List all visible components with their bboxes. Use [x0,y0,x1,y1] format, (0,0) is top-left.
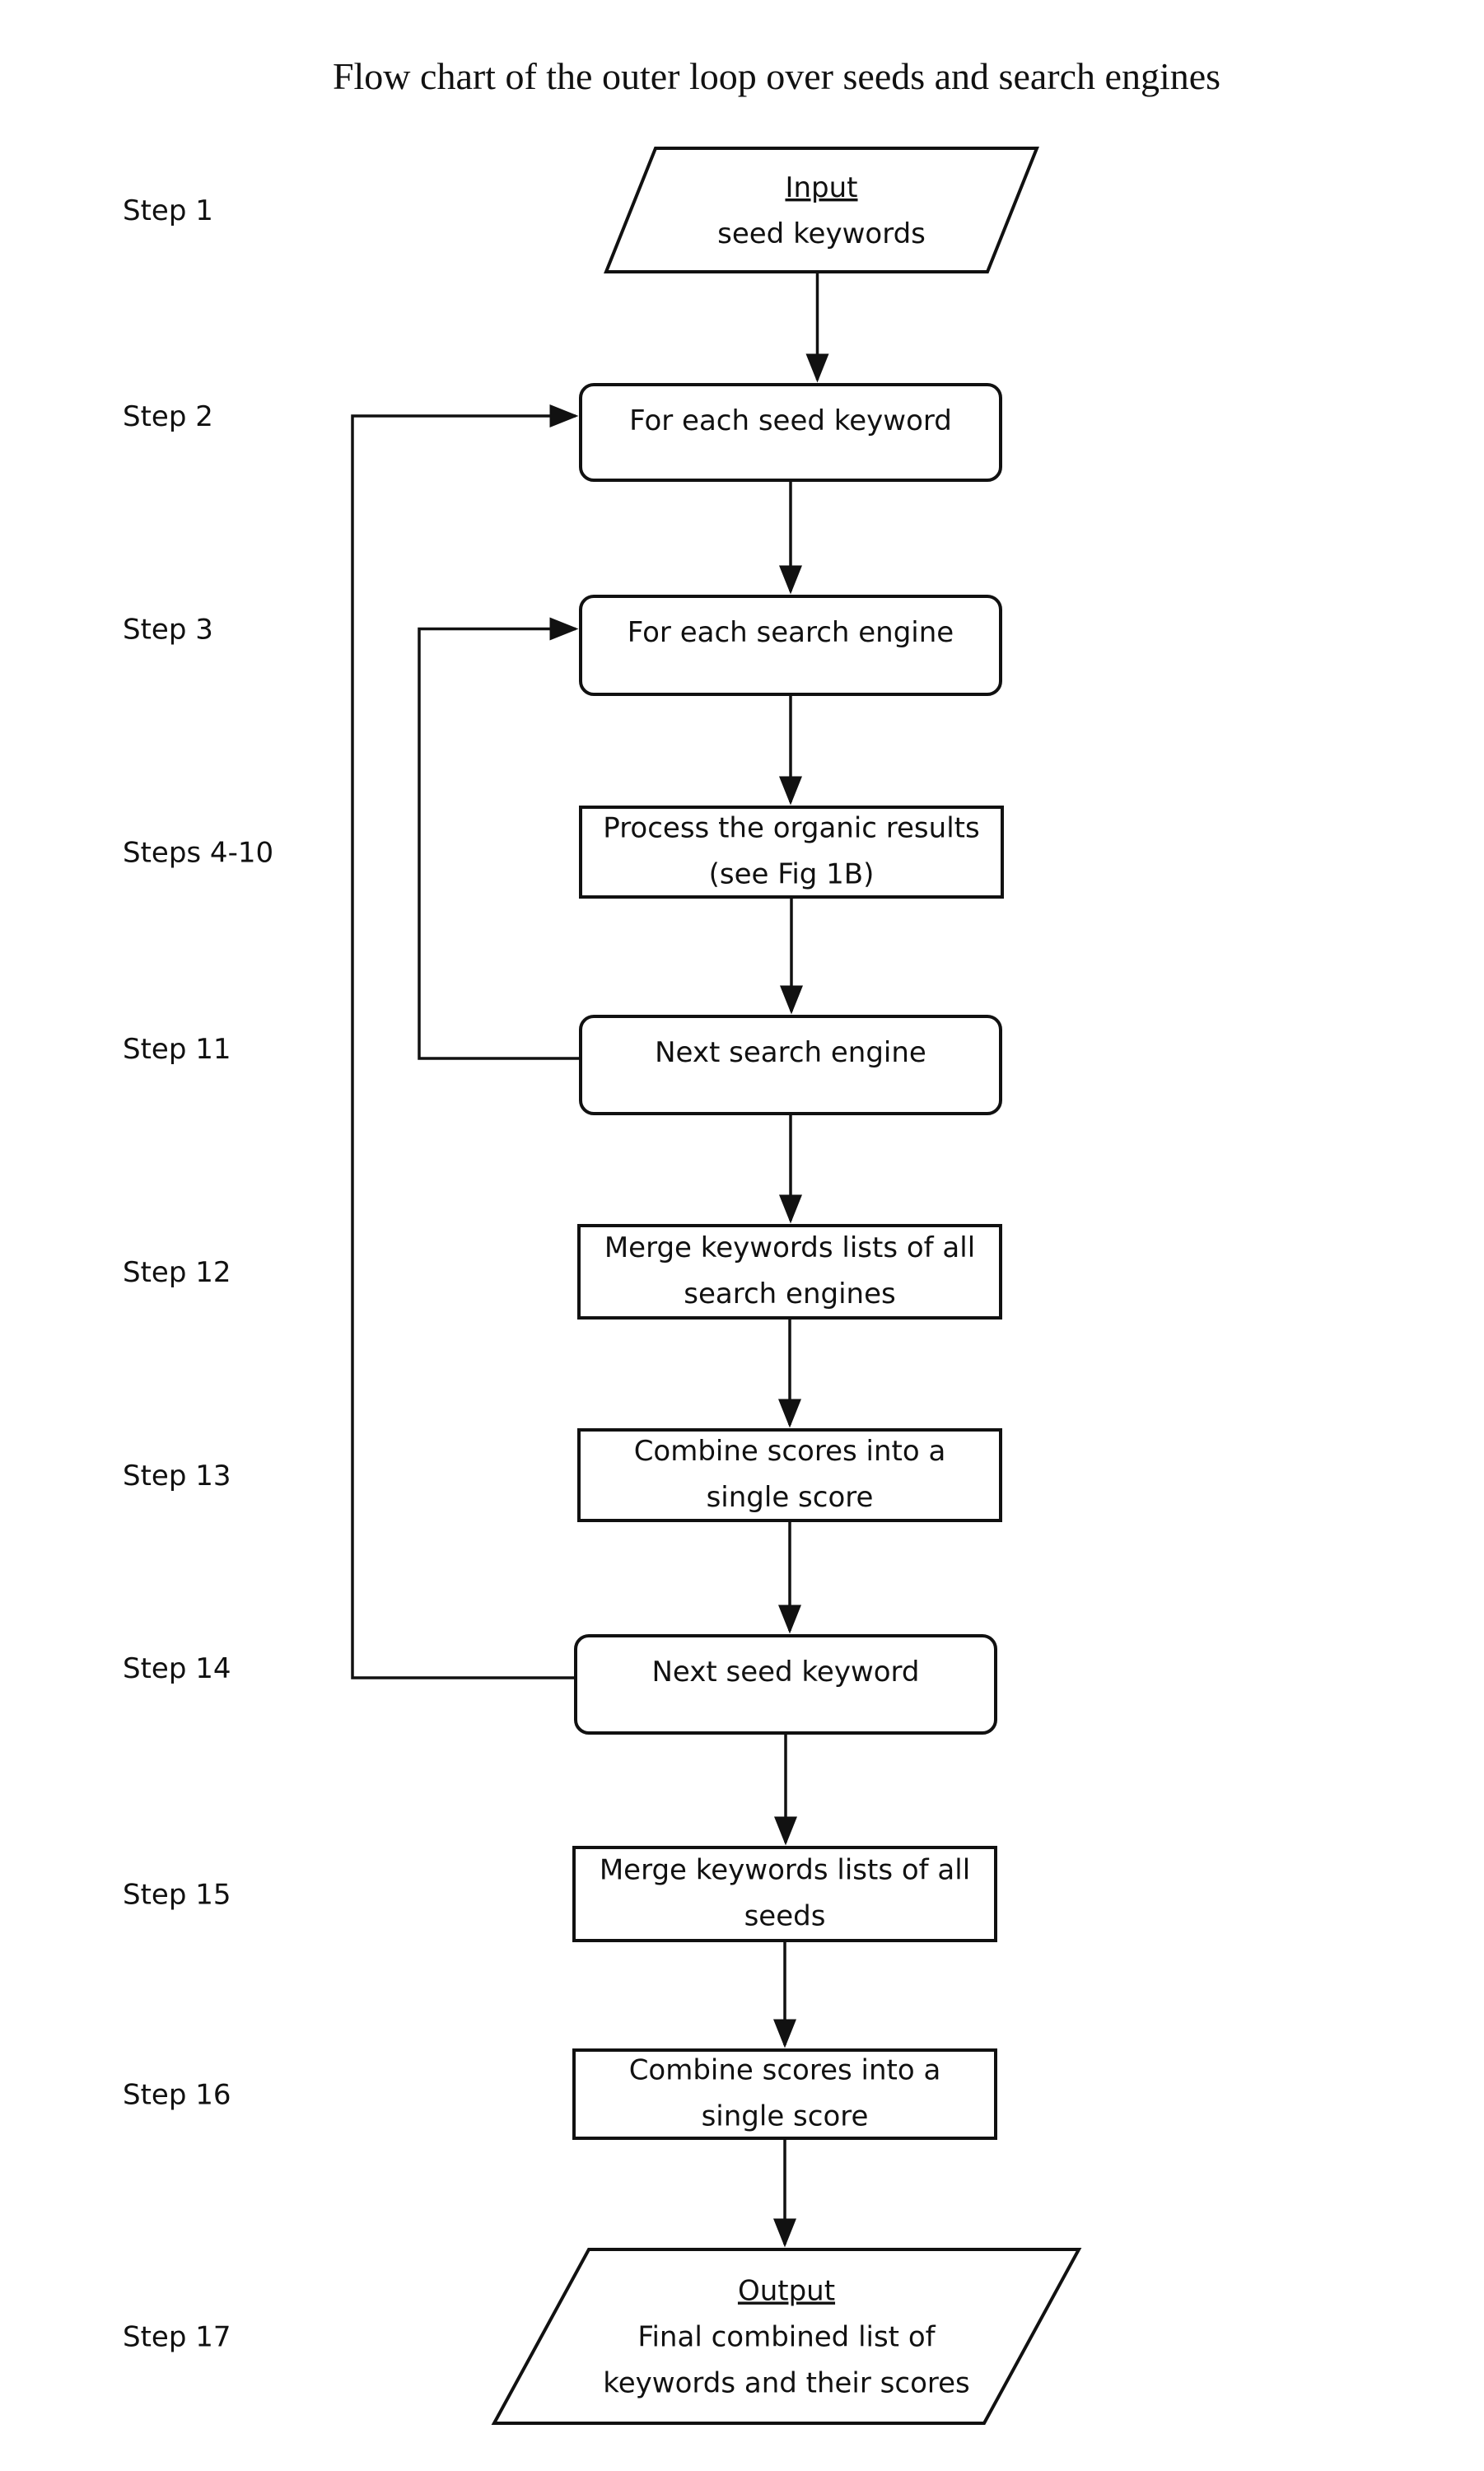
flow-node-s14: Next seed keyword [574,1634,997,1735]
flow-node-s4: Process the organic results (see Fig 1B) [579,806,1004,899]
step-label: Step 3 [123,614,213,647]
node-text: single score [702,2100,869,2133]
flow-node-s16: Combine scores into a single score [572,2048,997,2140]
node-text: keywords and their scores [603,2367,970,2400]
flow-node-s11: Next search engine [579,1015,1002,1115]
inner-loop-arrow [418,617,581,1060]
step-label: Step 2 [123,400,213,433]
node-text: Merge keywords lists of all [600,1854,970,1887]
flow-node-s12: Merge keywords lists of all search engine… [577,1224,1002,1320]
node-text: Combine scores into a [629,2054,941,2087]
outer-loop-arrow [351,404,579,1679]
step-label: Step 14 [123,1652,231,1685]
nodes-layer: Input seed keywords For each seed keyword F… [491,147,1082,2425]
step-label: Step 11 [123,1033,231,1066]
node-text: (see Fig 1B) [709,858,875,891]
parallelogram-shape [604,147,1039,273]
step-label: Step 16 [123,2079,231,2112]
node-text: Next search engine [655,1036,926,1069]
node-text: Process the organic results [603,812,979,845]
step-label: Steps 4-10 [123,837,273,870]
node-text: For each search engine [628,616,954,649]
step-label: Step 1 [123,194,213,227]
flow-node-s3: For each search engine [579,595,1002,696]
flow-node-s13: Combine scores into a single score [577,1428,1002,1522]
flow-node-s2: For each seed keyword [579,383,1002,482]
node-heading: Output [738,2275,835,2308]
flow-node-s15: Merge keywords lists of all seeds [572,1846,997,1942]
flowchart: Flow chart of the outer loop over seeds … [123,55,1220,2425]
node-heading: Input [785,171,857,204]
node-text: Final combined list of [637,2321,936,2354]
node-text: Combine scores into a [634,1435,946,1468]
diagram-title: Flow chart of the outer loop over seeds … [333,55,1220,97]
step-label: Step 17 [123,2321,231,2354]
step-label: Step 12 [123,1256,231,1289]
step-label: Step 13 [123,1460,231,1492]
node-text: search engines [684,1278,895,1310]
node-text: single score [707,1481,874,1514]
flow-node-s17: Output Final combined list of keywords and… [491,2248,1082,2425]
node-text: Merge keywords lists of all [604,1231,975,1264]
node-text: Next seed keyword [651,1656,919,1689]
flow-node-s1: Input seed keywords [604,147,1039,273]
node-text: seed keywords [717,217,926,250]
node-text: For each seed keyword [629,404,952,437]
step-labels-layer: Step 1 Step 2 Step 3 Steps 4-10 Step 11 Step … [123,194,273,2354]
step-label: Step 15 [123,1879,231,1912]
node-text: seeds [744,1900,826,1933]
